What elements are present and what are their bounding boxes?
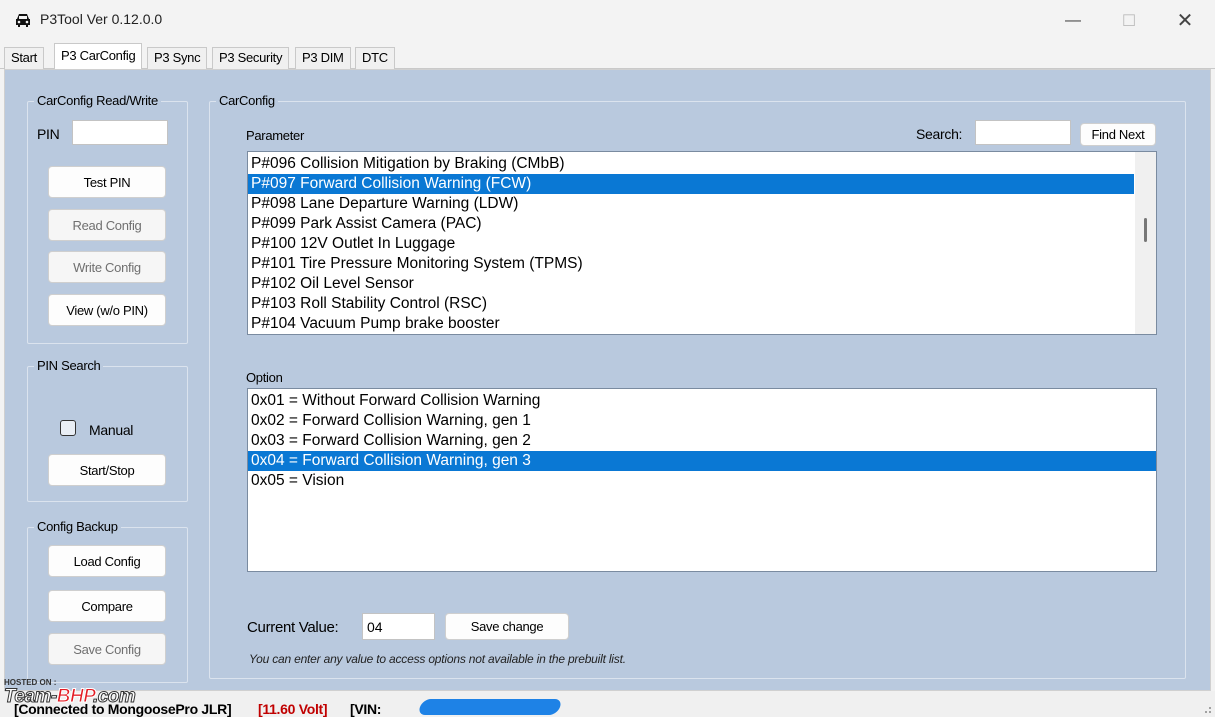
option-item[interactable]: 0x03 = Forward Collision Warning, gen 2: [248, 431, 1156, 451]
config-backup-group: Config Backup Load Config Compare Save C…: [27, 519, 188, 683]
pin-input[interactable]: [72, 120, 168, 145]
compare-button[interactable]: Compare: [48, 590, 166, 622]
option-list[interactable]: 0x01 = Without Forward Collision Warning…: [247, 388, 1157, 572]
parameter-label: Parameter: [246, 128, 304, 143]
load-config-button[interactable]: Load Config: [48, 545, 166, 577]
car-icon: [16, 14, 30, 27]
search-input[interactable]: [975, 120, 1071, 145]
pin-search-group: PIN Search Manual Start/Stop: [27, 358, 188, 502]
write-config-button[interactable]: Write Config: [48, 251, 166, 283]
start-stop-button[interactable]: Start/Stop: [48, 454, 166, 486]
config-backup-group-label: Config Backup: [34, 519, 121, 534]
carconfig-group-label: CarConfig: [216, 93, 278, 108]
search-label: Search:: [916, 126, 963, 142]
parameter-item[interactable]: P#096 Collision Mitigation by Braking (C…: [248, 154, 1156, 174]
parameter-scroll-thumb[interactable]: [1144, 218, 1147, 242]
parameter-item[interactable]: P#098 Lane Departure Warning (LDW): [248, 194, 1156, 214]
watermark-brand-suffix: .com: [92, 686, 136, 708]
hosting-watermark: HOSTED ON : Team-BHP.com: [4, 678, 194, 717]
option-item[interactable]: 0x02 = Forward Collision Warning, gen 1: [248, 411, 1156, 431]
current-value-label: Current Value:: [247, 619, 339, 636]
read-config-button[interactable]: Read Config: [48, 209, 166, 241]
pin-label: PIN: [37, 126, 60, 142]
tab-carconfig[interactable]: P3 CarConfig: [54, 43, 143, 70]
maximize-button[interactable]: ☐: [1106, 0, 1152, 41]
watermark-logo: Team-BHP.com: [4, 686, 137, 708]
option-item[interactable]: 0x05 = Vision: [248, 471, 1156, 491]
tab-security[interactable]: P3 Security: [212, 47, 290, 69]
parameter-item[interactable]: P#099 Park Assist Camera (PAC): [248, 214, 1156, 234]
parameter-item[interactable]: P#100 12V Outlet In Luggage: [248, 234, 1156, 254]
minimize-button[interactable]: —: [1050, 0, 1096, 41]
voltage-status: [11.60 Volt]: [258, 701, 328, 717]
watermark-brand-bhp: BHP: [56, 686, 94, 708]
tab-dtc[interactable]: DTC: [355, 47, 395, 69]
tab-sync[interactable]: P3 Sync: [147, 47, 208, 69]
tab-dim[interactable]: P3 DIM: [295, 47, 351, 69]
resize-grip-icon[interactable]: [1202, 704, 1212, 714]
pin-search-group-label: PIN Search: [34, 358, 104, 373]
carconfig-group: CarConfig Parameter Search: Find Next P#…: [209, 93, 1186, 679]
vin-redaction: [417, 699, 563, 715]
parameter-item-selected[interactable]: P#097 Forward Collision Warning (FCW): [248, 174, 1134, 194]
tab-strip: Start P3 CarConfig P3 Sync P3 Security P…: [0, 41, 1215, 70]
parameter-item[interactable]: P#103 Roll Stability Control (RSC): [248, 294, 1156, 314]
window-title: P3Tool Ver 0.12.0.0: [40, 11, 163, 27]
watermark-brand-team: Team-: [4, 686, 58, 708]
parameter-item[interactable]: P#102 Oil Level Sensor: [248, 274, 1156, 294]
parameter-item[interactable]: P#104 Vacuum Pump brake booster: [248, 314, 1156, 334]
test-pin-button[interactable]: Test PIN: [48, 166, 166, 198]
carconfig-panel: CarConfig Read/Write PIN Test PIN Read C…: [4, 69, 1211, 691]
value-hint-text: You can enter any value to access option…: [249, 652, 626, 666]
parameter-list[interactable]: P#096 Collision Mitigation by Braking (C…: [247, 151, 1157, 335]
close-button[interactable]: ✕: [1162, 0, 1208, 41]
view-without-pin-button[interactable]: View (w/o PIN): [48, 294, 166, 326]
title-bar: P3Tool Ver 0.12.0.0 — ☐ ✕: [0, 0, 1215, 41]
vin-status: [VIN:: [350, 701, 382, 717]
manual-checkbox[interactable]: [60, 420, 76, 436]
save-change-button[interactable]: Save change: [445, 613, 569, 640]
option-item[interactable]: 0x01 = Without Forward Collision Warning: [248, 391, 1156, 411]
save-config-button[interactable]: Save Config: [48, 633, 166, 665]
readwrite-group-label: CarConfig Read/Write: [34, 93, 161, 108]
option-item-selected[interactable]: 0x04 = Forward Collision Warning, gen 3: [248, 451, 1156, 471]
parameter-item[interactable]: P#101 Tire Pressure Monitoring System (T…: [248, 254, 1156, 274]
option-label: Option: [246, 370, 283, 385]
manual-label: Manual: [89, 422, 134, 438]
find-next-button[interactable]: Find Next: [1080, 123, 1156, 146]
tab-start[interactable]: Start: [4, 47, 44, 69]
parameter-scrollbar[interactable]: [1135, 152, 1156, 334]
readwrite-group: CarConfig Read/Write PIN Test PIN Read C…: [27, 93, 188, 344]
current-value-input[interactable]: [362, 613, 435, 640]
